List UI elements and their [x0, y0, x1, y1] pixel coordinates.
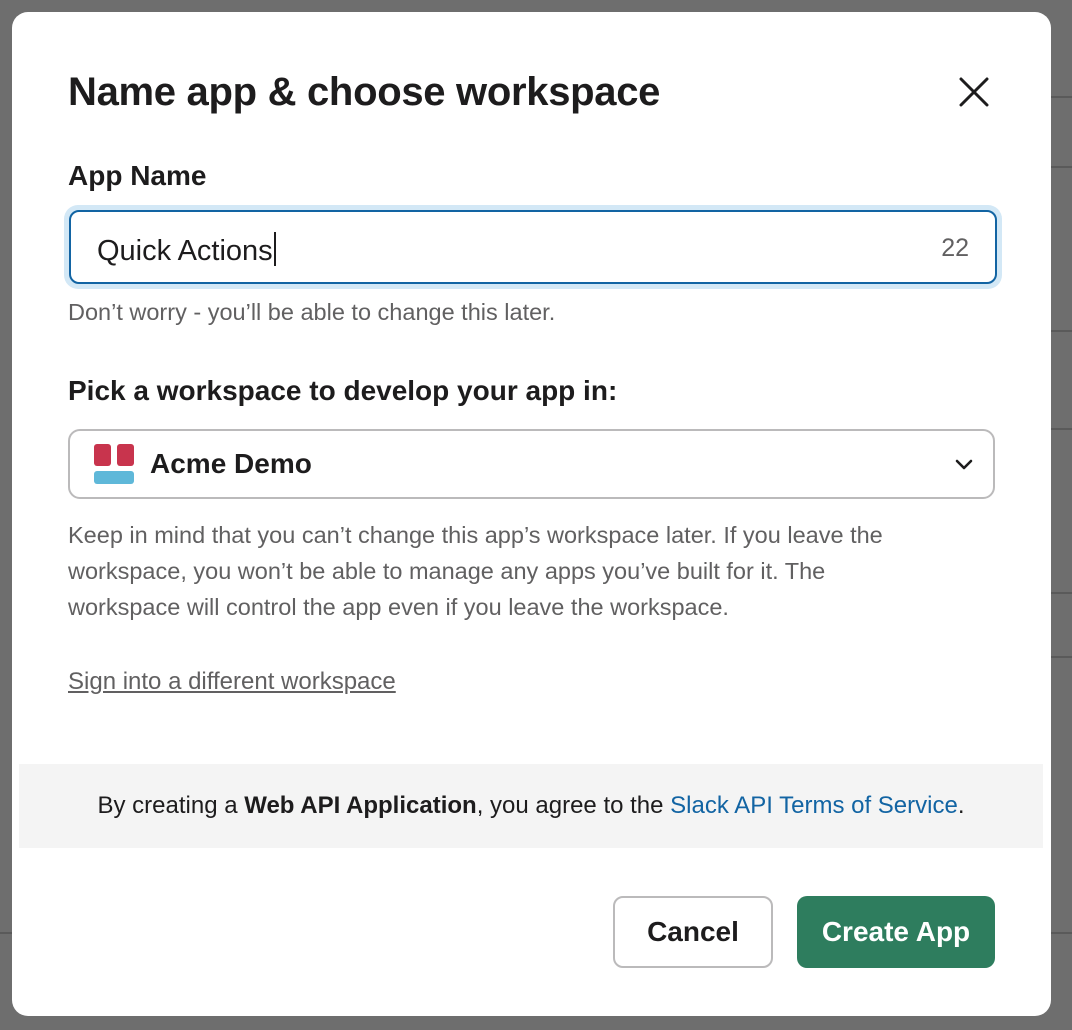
close-button[interactable]	[952, 70, 996, 114]
terms-prefix: By creating a	[97, 792, 245, 819]
app-name-hint: Don’t worry - you’ll be able to change t…	[68, 299, 556, 325]
workspace-hint-line: workspace will control the app even if y…	[68, 594, 729, 620]
terms-middle: , you agree to the	[476, 792, 671, 819]
background-divider	[1051, 428, 1072, 430]
text-caret	[273, 232, 276, 266]
app-name-input-focus-ring: Quick Actions 22	[64, 205, 1002, 289]
terms-of-service-link[interactable]: Slack API Terms of Service	[670, 792, 958, 819]
workspace-label: Pick a workspace to develop your app in:	[68, 375, 618, 406]
sign-into-different-workspace-link[interactable]: Sign into a different workspace	[68, 668, 396, 696]
terms-notice: By creating a Web API Application, you a…	[19, 764, 1043, 848]
workspace-logo-icon	[94, 444, 134, 484]
close-icon	[959, 77, 989, 107]
app-name-label: App Name	[68, 160, 207, 191]
workspace-hint: Keep in mind that you can’t change this …	[68, 517, 883, 625]
background-divider	[1051, 166, 1072, 168]
background-divider	[1051, 932, 1072, 934]
character-counter: 22	[941, 234, 969, 262]
terms-suffix: .	[957, 792, 965, 819]
workspace-select[interactable]: Acme Demo	[68, 429, 995, 499]
cancel-button[interactable]: Cancel	[613, 896, 773, 968]
workspace-selected-value: Acme Demo	[150, 448, 312, 479]
create-app-button[interactable]: Create App	[797, 896, 995, 968]
app-name-value: Quick Actions	[97, 232, 276, 268]
background-divider	[1051, 96, 1072, 98]
workspace-hint-line: Keep in mind that you can’t change this …	[68, 522, 883, 548]
workspace-hint-line: workspace, you won’t be able to manage a…	[68, 558, 826, 584]
create-app-modal: Name app & choose workspace App Name Qui…	[12, 12, 1051, 1016]
chevron-down-icon	[955, 459, 973, 470]
modal-title: Name app & choose workspace	[68, 70, 661, 114]
background-divider	[1051, 592, 1072, 594]
background-divider	[1051, 656, 1072, 658]
terms-app-type: Web API Application	[244, 792, 477, 819]
background-divider	[1051, 330, 1072, 332]
app-name-input[interactable]: Quick Actions 22	[69, 210, 997, 284]
background-divider	[0, 932, 12, 934]
